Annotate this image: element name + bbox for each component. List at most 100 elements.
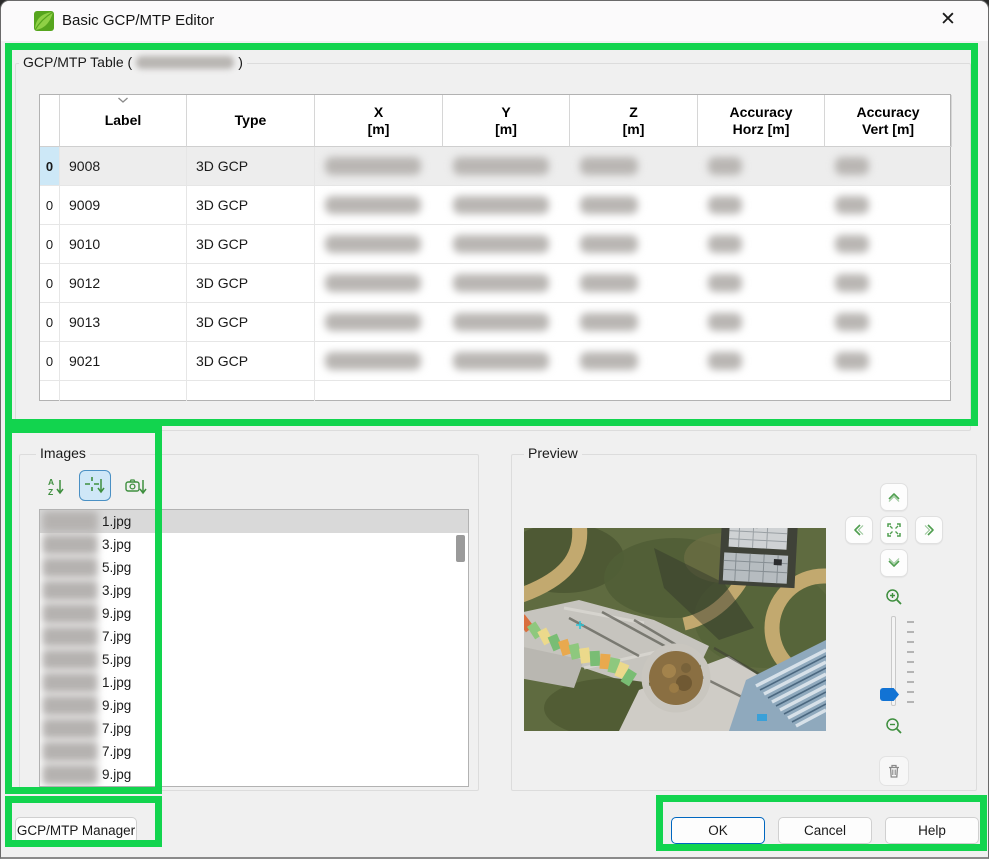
cell-label[interactable]: 9012 (60, 264, 187, 303)
close-icon[interactable]: ✕ (926, 1, 970, 41)
cell-y-redacted[interactable] (443, 303, 570, 342)
cell-z-redacted[interactable] (570, 303, 698, 342)
cell-accv-redacted[interactable] (825, 303, 952, 342)
cell-y-redacted[interactable] (443, 264, 570, 303)
list-item[interactable]: 7.jpg (40, 625, 468, 648)
pan-up-button[interactable] (880, 483, 908, 511)
cell-accv-redacted[interactable] (825, 264, 952, 303)
cell-x-redacted[interactable] (315, 225, 443, 264)
cell-accv-redacted[interactable] (825, 342, 952, 381)
header-type[interactable]: Type (187, 95, 315, 147)
cell-x-redacted[interactable] (315, 147, 443, 186)
cell-accv-redacted[interactable] (825, 225, 952, 264)
image-list[interactable]: 1.jpg 3.jpg 5.jpg 3.jpg 9.jpg 7.jpg 5.jp… (39, 509, 469, 787)
ok-button[interactable]: OK (671, 817, 765, 844)
row-number[interactable]: 0 (40, 225, 60, 264)
header-x[interactable]: X [m] (315, 95, 443, 147)
fit-view-button[interactable] (880, 516, 908, 544)
cell-x-redacted[interactable] (315, 264, 443, 303)
sort-by-camera-button[interactable] (120, 471, 152, 502)
cell-acch-redacted[interactable] (698, 225, 825, 264)
row-number[interactable]: 0 (40, 147, 60, 186)
header-accuracy-vert[interactable]: Accuracy Vert [m] (825, 95, 952, 147)
cell-z-redacted[interactable] (570, 264, 698, 303)
cell-type[interactable]: 3D GCP (187, 147, 315, 186)
image-list-scrollbar[interactable] (456, 511, 465, 786)
cell-y-redacted[interactable] (443, 225, 570, 264)
gcp-mtp-manager-button[interactable]: GCP/MTP Manager (15, 817, 137, 844)
scrollbar-thumb[interactable] (456, 535, 465, 562)
thumbnail-redacted (42, 672, 98, 693)
delete-mark-button[interactable] (879, 756, 909, 786)
list-item[interactable]: 9.jpg (40, 602, 468, 625)
cell-y-redacted[interactable] (443, 147, 570, 186)
list-item[interactable]: 1.jpg (40, 510, 468, 533)
cell-x-redacted[interactable] (315, 303, 443, 342)
thumbnail-redacted (42, 580, 98, 601)
gcp-table-label-prefix: GCP/MTP Table ( (23, 54, 133, 70)
list-item[interactable]: 1.jpg (40, 671, 468, 694)
cell-z-redacted[interactable] (570, 342, 698, 381)
cell-z-redacted[interactable] (570, 225, 698, 264)
sort-by-marks-button[interactable] (79, 470, 111, 501)
list-item[interactable]: 7.jpg (40, 740, 468, 763)
cell-label[interactable]: 9008 (60, 147, 187, 186)
header-y[interactable]: Y [m] (443, 95, 570, 147)
cell-z-redacted[interactable] (570, 186, 698, 225)
cell-label[interactable]: 9010 (60, 225, 187, 264)
help-button[interactable]: Help (885, 817, 979, 844)
list-item[interactable]: 3.jpg (40, 579, 468, 602)
list-item[interactable]: 3.jpg (40, 533, 468, 556)
cell-type[interactable]: 3D GCP (187, 342, 315, 381)
cell-acch-redacted[interactable] (698, 264, 825, 303)
cell-type[interactable]: 3D GCP (187, 264, 315, 303)
header-corner[interactable] (40, 95, 60, 147)
svg-text:A: A (48, 477, 54, 487)
gcp-table[interactable]: Label Type X [m] Y [m] Z [m] Accuracy Horz [… (39, 94, 952, 401)
cell-y-redacted[interactable] (443, 186, 570, 225)
list-item[interactable]: 5.jpg (40, 556, 468, 579)
cell-acch-redacted[interactable] (698, 342, 825, 381)
cell-z-redacted[interactable] (570, 147, 698, 186)
cell-accv-redacted[interactable] (825, 147, 952, 186)
list-item[interactable]: 5.jpg (40, 648, 468, 671)
zoom-in-icon[interactable] (885, 588, 903, 606)
cell-label[interactable]: 9009 (60, 186, 187, 225)
list-item[interactable]: 7.jpg (40, 717, 468, 740)
row-number[interactable]: 0 (40, 342, 60, 381)
row-number[interactable]: 0 (40, 303, 60, 342)
pan-down-button[interactable] (880, 549, 908, 577)
list-item[interactable]: 9.jpg (40, 694, 468, 717)
cell-acch-redacted[interactable] (698, 303, 825, 342)
table-row[interactable]: 0 9013 3D GCP (40, 303, 952, 342)
cell-acch-redacted[interactable] (698, 186, 825, 225)
cell-label[interactable]: 9013 (60, 303, 187, 342)
cell-x-redacted[interactable] (315, 186, 443, 225)
header-z[interactable]: Z [m] (570, 95, 698, 147)
preview-image[interactable] (524, 528, 826, 731)
cell-accv-redacted[interactable] (825, 186, 952, 225)
cell-type[interactable]: 3D GCP (187, 303, 315, 342)
table-row[interactable]: 0 9008 3D GCP (40, 147, 952, 186)
zoom-out-icon[interactable] (885, 717, 903, 735)
row-number[interactable]: 0 (40, 264, 60, 303)
cell-type[interactable]: 3D GCP (187, 225, 315, 264)
cell-x-redacted[interactable] (315, 342, 443, 381)
cancel-button[interactable]: Cancel (778, 817, 872, 844)
row-number[interactable]: 0 (40, 186, 60, 225)
cell-label[interactable]: 9021 (60, 342, 187, 381)
sort-alphabetical-button[interactable]: A Z (41, 471, 73, 502)
cell-type[interactable]: 3D GCP (187, 186, 315, 225)
app-leaf-icon (34, 11, 54, 31)
header-accuracy-horz[interactable]: Accuracy Horz [m] (698, 95, 825, 147)
table-row[interactable]: 0 9012 3D GCP (40, 264, 952, 303)
list-item[interactable]: 9.jpg (40, 763, 468, 786)
table-row[interactable]: 0 9010 3D GCP (40, 225, 952, 264)
pan-left-button[interactable] (845, 516, 873, 544)
header-label[interactable]: Label (60, 95, 187, 147)
table-row[interactable]: 0 9009 3D GCP (40, 186, 952, 225)
table-row[interactable]: 0 9021 3D GCP (40, 342, 952, 381)
cell-y-redacted[interactable] (443, 342, 570, 381)
cell-acch-redacted[interactable] (698, 147, 825, 186)
pan-right-button[interactable] (915, 516, 943, 544)
